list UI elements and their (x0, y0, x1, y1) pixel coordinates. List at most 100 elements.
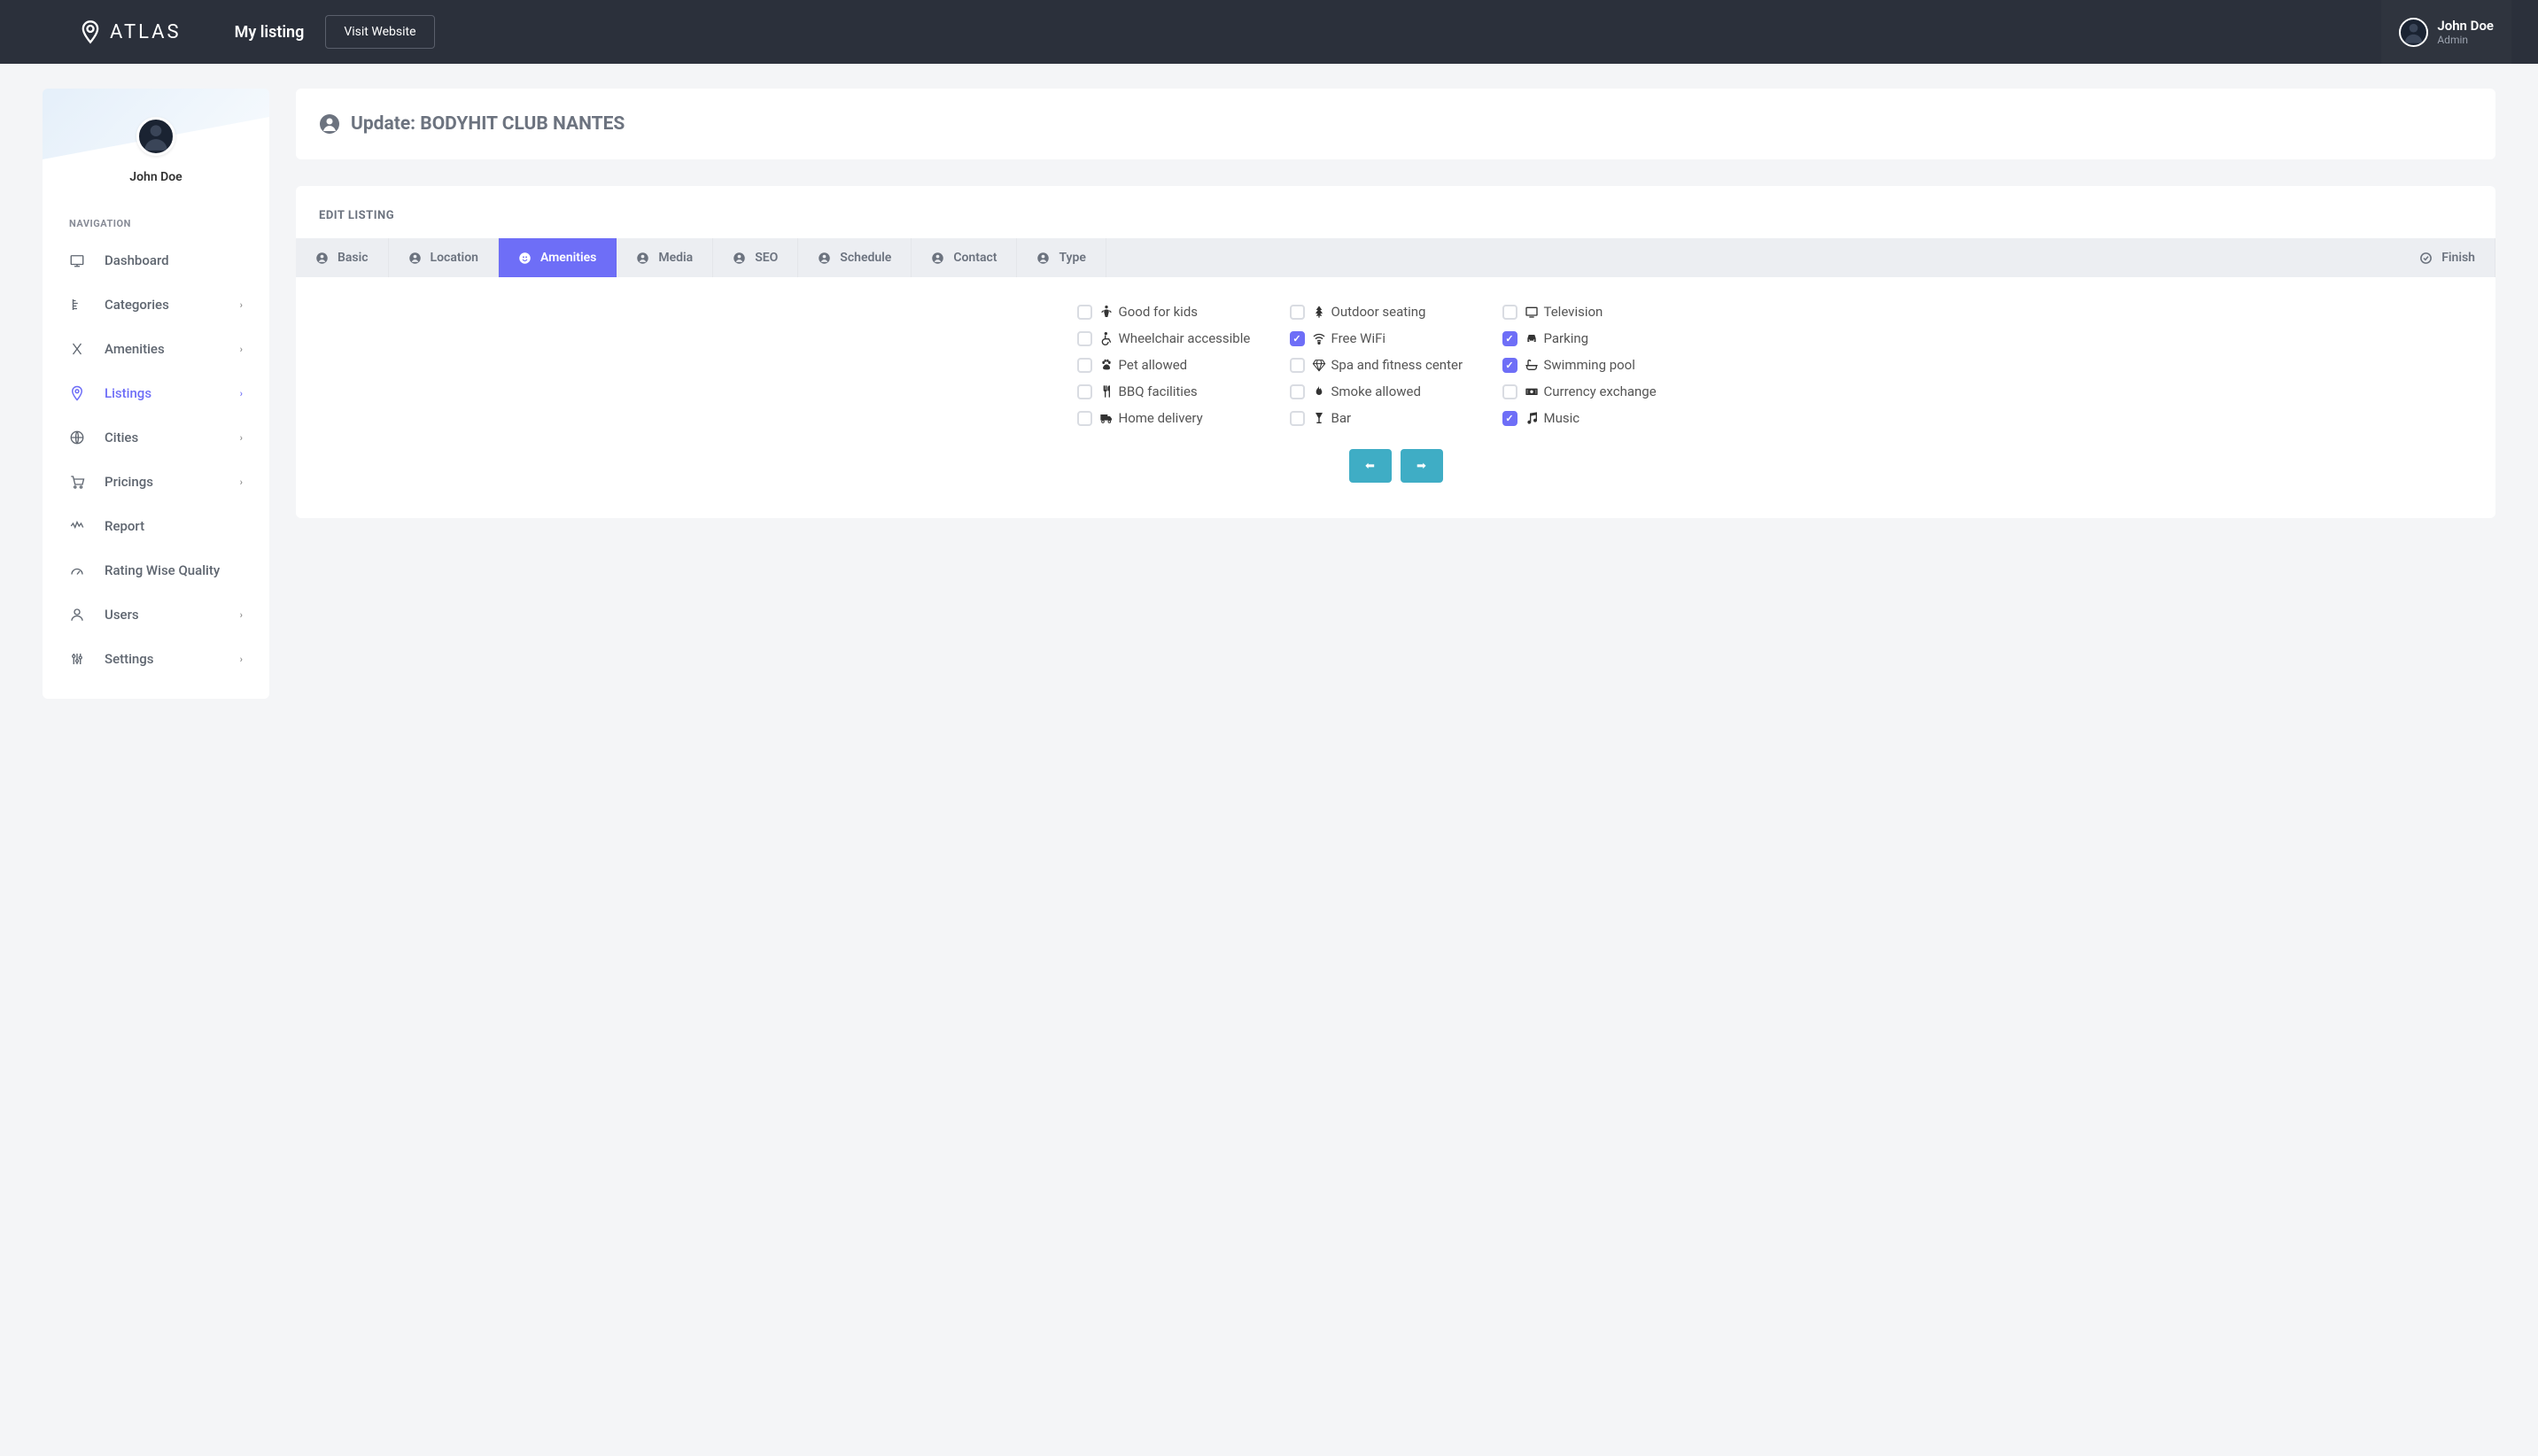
arrow-right-icon: ➡ (1416, 460, 1426, 473)
sidebar-profile: John Doe (43, 89, 269, 202)
amenity-checkbox[interactable] (1502, 358, 1517, 373)
tab-contact[interactable]: Contact (912, 238, 1017, 277)
tab-amenities[interactable]: Amenities (499, 238, 617, 277)
tab-finish[interactable]: Finish (2400, 238, 2495, 277)
settings-icon (69, 651, 85, 667)
sidebar-item-label: Categories (105, 297, 169, 313)
page-title: Update: BODYHIT CLUB NANTES (351, 113, 625, 135)
sidebar-item-label: Listings (105, 385, 151, 401)
amenity-label: Currency exchange (1544, 383, 1657, 399)
tree-icon (1312, 305, 1326, 319)
sidebar-avatar[interactable] (136, 117, 175, 156)
amenity-checkbox[interactable] (1077, 305, 1092, 320)
logo-text: ATLAS (110, 21, 182, 43)
top-header: ATLAS My listing Visit Website John Doe … (0, 0, 2538, 64)
wifi-icon (1312, 331, 1326, 345)
amenities-icon (69, 341, 85, 357)
child-icon (1099, 305, 1114, 319)
amenities-grid: Good for kids Outdoor seating Television Wh… (296, 304, 2495, 426)
amenity-checkbox[interactable] (1290, 331, 1305, 346)
header-user-role: Admin (2437, 34, 2494, 46)
edit-heading: EDIT LISTING (296, 186, 2495, 238)
sidebar-item-pricings[interactable]: Pricings› (43, 460, 269, 504)
amenity-checkbox[interactable] (1502, 411, 1517, 426)
sidebar-item-categories[interactable]: Categories › (43, 283, 269, 327)
wheelchair-icon (1099, 331, 1114, 345)
tab-media[interactable]: Media (617, 238, 713, 277)
amenity-checkbox[interactable] (1077, 331, 1092, 346)
amenity-label: Good for kids (1119, 304, 1199, 320)
music-icon (1525, 411, 1539, 425)
logo[interactable]: ATLAS (78, 19, 182, 44)
tab-label: Contact (953, 251, 997, 265)
sidebar-item-amenities[interactable]: Amenities › (43, 327, 269, 371)
amenity-label: Outdoor seating (1331, 304, 1426, 320)
amenity-checkbox[interactable] (1290, 358, 1305, 373)
sidebar-item-label: Users (105, 607, 139, 623)
tab-seo[interactable]: SEO (713, 238, 798, 277)
sidebar-item-label: Report (105, 518, 144, 534)
next-step-button[interactable]: ➡ (1401, 449, 1443, 483)
tab-label: Basic (338, 251, 369, 265)
amenity-checkbox[interactable] (1290, 384, 1305, 399)
amenity-checkbox[interactable] (1502, 305, 1517, 320)
tabs: Basic Location Amenities Media SEOSchedule Co… (296, 238, 2495, 277)
logo-pin-icon (78, 19, 103, 44)
sidebar-item-settings[interactable]: Settings› (43, 637, 269, 681)
header-page-title: My listing (235, 23, 305, 42)
amenities-tab-icon (518, 252, 532, 265)
chevron-right-icon: › (240, 299, 243, 311)
amenity-checkbox[interactable] (1502, 384, 1517, 399)
sidebar-item-label: Dashboard (105, 252, 169, 268)
chevron-right-icon: › (240, 432, 243, 444)
visit-website-button[interactable]: Visit Website (325, 15, 434, 49)
report-icon (69, 518, 85, 534)
amenity-label: Home delivery (1119, 410, 1203, 426)
sidebar-item-report[interactable]: Report (43, 504, 269, 548)
sidebar-item-label: Cities (105, 430, 138, 445)
chevron-right-icon: › (240, 609, 243, 621)
location-tab-icon (408, 252, 422, 265)
tab-label: Finish (2441, 251, 2475, 265)
user-circle-icon (319, 113, 340, 135)
tab-type[interactable]: Type (1017, 238, 1106, 277)
amenity-checkbox[interactable] (1077, 411, 1092, 426)
edit-card: EDIT LISTING Basic Location Amenities Media… (296, 186, 2495, 518)
amenity-bar: Bar (1290, 410, 1502, 426)
tab-basic[interactable]: Basic (296, 238, 389, 277)
amenity-checkbox[interactable] (1290, 305, 1305, 320)
amenity-label: Swimming pool (1544, 357, 1635, 373)
sidebar-item-dashboard[interactable]: Dashboard (43, 238, 269, 283)
nav-list: DashboardCategories›Amenities›Listings›C… (43, 238, 269, 681)
amenity-label: Television (1544, 304, 1603, 320)
sidebar-item-users[interactable]: Users › (43, 592, 269, 637)
amenity-label: Smoke allowed (1331, 383, 1421, 399)
chevron-right-icon: › (240, 388, 243, 399)
amenities-panel: Good for kids Outdoor seating Television Wh… (296, 277, 2495, 518)
tab-label: Type (1059, 251, 1085, 265)
chevron-right-icon: › (240, 344, 243, 355)
glass-icon (1312, 411, 1326, 425)
amenity-bbq-facilities: BBQ facilities (1077, 383, 1290, 399)
tab-label: Amenities (540, 251, 596, 265)
tab-location[interactable]: Location (389, 238, 499, 277)
prev-step-button[interactable]: ⬅ (1349, 449, 1392, 483)
sidebar-item-label: Amenities (105, 341, 165, 357)
amenity-checkbox[interactable] (1077, 358, 1092, 373)
tab-label: Media (658, 251, 693, 265)
tab-label: Location (431, 251, 478, 265)
categories-icon (69, 297, 85, 313)
amenity-label: Parking (1544, 330, 1589, 346)
sidebar-item-cities[interactable]: Cities › (43, 415, 269, 460)
tab-schedule[interactable]: Schedule (798, 238, 912, 277)
users-icon (69, 607, 85, 623)
amenity-wheelchair-accessible: Wheelchair accessible (1077, 330, 1290, 346)
sidebar-item-label: Settings (105, 651, 154, 667)
amenity-checkbox[interactable] (1290, 411, 1305, 426)
header-user-menu[interactable]: John Doe Admin (2381, 0, 2511, 64)
amenity-free-wifi: Free WiFi (1290, 330, 1502, 346)
amenity-checkbox[interactable] (1077, 384, 1092, 399)
sidebar-item-listings[interactable]: Listings › (43, 371, 269, 415)
sidebar-item-rating-wise-quality[interactable]: Rating Wise Quality (43, 548, 269, 592)
amenity-checkbox[interactable] (1502, 331, 1517, 346)
